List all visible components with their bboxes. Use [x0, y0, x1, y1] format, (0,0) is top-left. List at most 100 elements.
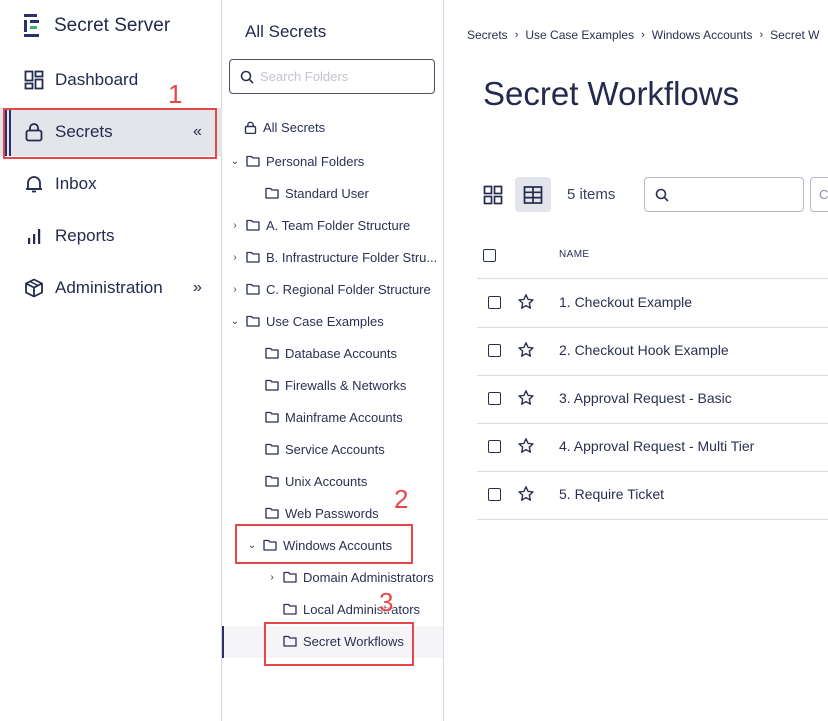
- star-icon[interactable]: [517, 293, 535, 311]
- folder-icon: [283, 603, 297, 615]
- step-number-1: 1: [168, 79, 183, 109]
- tree-item[interactable]: Standard User: [249, 177, 369, 209]
- star-icon[interactable]: [517, 437, 535, 455]
- tree-item-label: B. Infrastructure Folder Stru...: [266, 249, 438, 265]
- secret-name-link[interactable]: 1. Checkout Example: [559, 294, 692, 310]
- tree-item[interactable]: Service Accounts: [249, 433, 385, 465]
- tree-item-label: Firewalls & Networks: [285, 377, 407, 393]
- tree-item[interactable]: Local Administrators: [267, 593, 420, 625]
- star-icon[interactable]: [517, 341, 535, 359]
- table-row[interactable]: 5. Require Ticket: [477, 471, 828, 519]
- app-name: Secret Server: [54, 15, 171, 36]
- collapse-chevron-icon[interactable]: ⌄: [230, 316, 240, 327]
- secret-name-link[interactable]: 3. Approval Request - Basic: [559, 390, 732, 406]
- folder-icon: [265, 507, 279, 519]
- tree-item-label: Database Accounts: [285, 345, 398, 361]
- step-number-3: 3: [379, 587, 394, 617]
- card-view-button[interactable]: [475, 177, 511, 212]
- row-divider: [477, 519, 828, 520]
- table-row[interactable]: 2. Checkout Hook Example: [477, 327, 828, 375]
- folder-icon: [283, 571, 297, 583]
- tree-item-label: Web Passwords: [285, 505, 379, 521]
- nav-item-reports[interactable]: Reports: [0, 212, 222, 260]
- folder-panel: All Secrets All Secrets ⌄ Personal Folder…: [222, 0, 444, 721]
- step-number-2: 2: [394, 484, 409, 514]
- folder-icon: [246, 155, 260, 167]
- tree-item[interactable]: Database Accounts: [249, 337, 397, 369]
- tree-item[interactable]: Mainframe Accounts: [249, 401, 403, 433]
- tree-item-all-secrets[interactable]: All Secrets: [242, 111, 325, 143]
- tree-item[interactable]: › C. Regional Folder Structure: [230, 273, 431, 305]
- nav-label-administration: Administration: [55, 278, 163, 297]
- dashboard-icon: [24, 70, 44, 90]
- collapse-chevron-icon[interactable]: ⌄: [230, 156, 240, 167]
- table-view-icon: [523, 185, 543, 204]
- row-checkbox[interactable]: [488, 344, 501, 357]
- tree-item[interactable]: ⌄ Personal Folders: [230, 145, 364, 177]
- tree-item[interactable]: Firewalls & Networks: [249, 369, 406, 401]
- folder-icon: [246, 283, 260, 295]
- secret-name-link[interactable]: 2. Checkout Hook Example: [559, 342, 729, 358]
- expand-icon[interactable]: »: [193, 279, 202, 297]
- tree-item-label: Unix Accounts: [285, 473, 368, 489]
- row-checkbox[interactable]: [488, 296, 501, 309]
- nav-item-dashboard[interactable]: Dashboard: [0, 56, 222, 104]
- secrets-search-box[interactable]: [644, 177, 804, 212]
- breadcrumb-current: Secret W: [770, 28, 820, 42]
- folder-icon: [246, 219, 260, 231]
- tree-item-label: C. Regional Folder Structure: [266, 281, 431, 297]
- secret-server-logo-icon: [24, 14, 39, 37]
- grid-view-icon: [483, 185, 503, 204]
- folder-icon: [246, 315, 260, 327]
- row-checkbox[interactable]: [488, 488, 501, 501]
- breadcrumb-item[interactable]: Secrets: [467, 28, 508, 42]
- bar-chart-icon: [28, 229, 41, 244]
- nav-item-administration[interactable]: Administration »: [0, 264, 222, 312]
- breadcrumb-item[interactable]: Use Case Examples: [525, 28, 634, 42]
- folder-icon: [265, 187, 279, 199]
- tree-item-label: Use Case Examples: [266, 313, 384, 329]
- tree-item-label: Personal Folders: [266, 153, 365, 169]
- table-row[interactable]: 3. Approval Request - Basic: [477, 375, 828, 423]
- table-row[interactable]: 1. Checkout Example: [477, 279, 828, 327]
- star-icon[interactable]: [517, 389, 535, 407]
- table-row[interactable]: 4. Approval Request - Multi Tier: [477, 423, 828, 471]
- tree-item[interactable]: › Domain Administrators: [267, 561, 433, 593]
- tree-item[interactable]: › A. Team Folder Structure: [230, 209, 410, 241]
- folder-icon: [265, 443, 279, 455]
- secret-name-link[interactable]: 5. Require Ticket: [559, 486, 664, 502]
- folder-icon: [265, 411, 279, 423]
- folder-search-box[interactable]: [229, 59, 435, 94]
- expand-chevron-icon[interactable]: ›: [267, 572, 277, 583]
- expand-chevron-icon[interactable]: ›: [230, 220, 240, 231]
- tree-item-label: All Secrets: [263, 119, 326, 135]
- tree-item[interactable]: › B. Infrastructure Folder Stru...: [230, 241, 437, 273]
- folder-icon: [246, 251, 260, 263]
- expand-chevron-icon[interactable]: ›: [230, 284, 240, 295]
- tree-item-label: Standard User: [285, 185, 369, 201]
- folder-panel-title: All Secrets: [245, 22, 327, 41]
- tree-item-label: Mainframe Accounts: [285, 409, 403, 425]
- row-checkbox[interactable]: [488, 440, 501, 453]
- folder-search-input[interactable]: [260, 69, 430, 84]
- main-content: Secrets › Use Case Examples › Windows Ac…: [444, 0, 828, 721]
- lock-icon: [244, 121, 257, 134]
- tree-item-label: Service Accounts: [285, 441, 385, 457]
- secrets-search-input[interactable]: [675, 187, 795, 202]
- tree-item[interactable]: Unix Accounts: [249, 465, 367, 497]
- star-icon[interactable]: [517, 485, 535, 503]
- row-checkbox[interactable]: [488, 392, 501, 405]
- nav-label-reports: Reports: [55, 226, 115, 245]
- items-count: 5 items: [567, 186, 616, 203]
- breadcrumb-item[interactable]: Windows Accounts: [652, 28, 753, 42]
- table-view-button[interactable]: [515, 177, 551, 212]
- column-header-name[interactable]: NAME: [559, 249, 590, 260]
- tree-item[interactable]: ⌄ Use Case Examples: [230, 305, 384, 337]
- nav-item-inbox[interactable]: Inbox: [0, 160, 222, 208]
- secret-name-link[interactable]: 4. Approval Request - Multi Tier: [559, 438, 754, 454]
- search-icon: [240, 70, 254, 84]
- select-all-checkbox[interactable]: [483, 249, 496, 262]
- brand[interactable]: Secret Server: [22, 13, 170, 39]
- expand-chevron-icon[interactable]: ›: [230, 252, 240, 263]
- filter-dropdown[interactable]: C: [810, 177, 828, 212]
